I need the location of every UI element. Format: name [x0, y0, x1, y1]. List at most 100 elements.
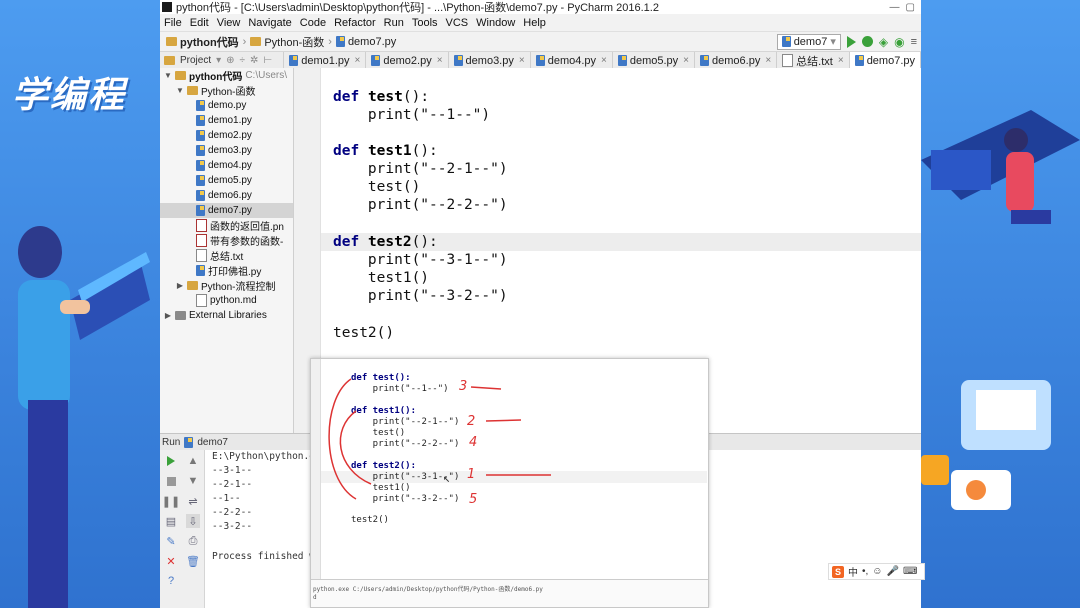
restore-button[interactable]: ▢	[906, 2, 915, 13]
pin-icon[interactable]: ✎	[164, 534, 178, 548]
tree-file[interactable]: demo2.py	[160, 128, 293, 143]
tab-summary-txt[interactable]: 总结.txt ×	[777, 52, 850, 69]
sync-icon[interactable]: ⊕	[226, 55, 234, 66]
run-button[interactable]	[846, 35, 856, 48]
debug-button[interactable]	[861, 36, 873, 47]
navigation-bar: python代码 › Python-函数 › demo7.py demo7 ▾ ◈…	[160, 32, 921, 52]
menu-help[interactable]: Help	[519, 17, 550, 29]
tree-file[interactable]: 打印佛祖.py	[160, 263, 293, 278]
menu-file[interactable]: File	[160, 17, 186, 29]
breadcrumb-folder[interactable]: Python-函数	[250, 34, 324, 50]
menu-view[interactable]: View	[213, 17, 245, 29]
arrow-up-icon[interactable]: ▲	[186, 454, 200, 468]
breadcrumb-root[interactable]: python代码	[166, 34, 239, 50]
chevron-down-icon: ▼	[176, 86, 184, 95]
coverage-icon[interactable]: ◈	[879, 35, 888, 49]
tree-external-libraries[interactable]: ▶ External Libraries	[160, 308, 293, 323]
annotation-number: 4	[469, 435, 478, 450]
python-file-icon	[289, 55, 299, 66]
tab-demo2[interactable]: demo2.py ×	[366, 52, 449, 69]
menu-vcs[interactable]: VCS	[442, 17, 473, 29]
python-file-icon	[196, 130, 205, 141]
mic-icon[interactable]: 🎤	[887, 566, 899, 577]
tree-folder-flow[interactable]: ▶ Python-流程控制	[160, 278, 293, 293]
chevron-right-icon: ›	[242, 35, 247, 48]
chevron-right-icon: ▶	[176, 281, 184, 290]
menu-edit[interactable]: Edit	[186, 17, 213, 29]
profile-icon[interactable]: ◉	[894, 35, 904, 49]
tree-file-selected[interactable]: demo7.py	[160, 203, 293, 218]
tab-demo6[interactable]: demo6.py ×	[695, 52, 778, 69]
tab-demo5[interactable]: demo5.py ×	[613, 52, 696, 69]
python-file-icon	[700, 55, 710, 66]
python-file-icon	[196, 160, 205, 171]
window-title: python代码 - [C:\Users\admin\Desktop\pytho…	[176, 2, 659, 14]
python-file-icon	[535, 55, 545, 66]
menu-tools[interactable]: Tools	[408, 17, 442, 29]
hide-icon[interactable]: ⊢	[263, 55, 272, 66]
breadcrumb-file[interactable]: demo7.py	[335, 36, 396, 48]
close-icon[interactable]: ×	[765, 55, 771, 66]
collapse-icon[interactable]: ÷	[240, 55, 246, 66]
close-icon[interactable]: ×	[355, 55, 361, 66]
menu-bar: File Edit View Navigate Code Refactor Ru…	[160, 14, 921, 32]
python-file-icon	[196, 205, 205, 216]
close-icon[interactable]: ×	[838, 55, 844, 66]
tree-file[interactable]: 总结.txt	[160, 248, 293, 263]
tree-file[interactable]: demo4.py	[160, 158, 293, 173]
folder-icon	[166, 37, 177, 46]
soft-wrap-icon[interactable]: ⇌	[186, 494, 200, 508]
menu-run[interactable]: Run	[380, 17, 408, 29]
gear-icon[interactable]: ✲	[250, 55, 258, 66]
python-file-icon	[196, 145, 205, 156]
run-tab[interactable]: demo7	[197, 437, 228, 448]
image-file-icon	[196, 234, 207, 247]
tree-file[interactable]: demo6.py	[160, 188, 293, 203]
annotation-number: 5	[469, 492, 478, 507]
chevron-right-icon: ▶	[164, 311, 172, 320]
ime-mode[interactable]: 中	[848, 564, 858, 579]
close-icon[interactable]: ×	[683, 55, 689, 66]
tree-file[interactable]: 带有参数的函数-	[160, 233, 293, 248]
sogou-icon[interactable]: S	[832, 565, 844, 578]
minimize-button[interactable]: —	[890, 2, 900, 13]
tree-file[interactable]: demo5.py	[160, 173, 293, 188]
punctuation-icon[interactable]: •,	[862, 566, 868, 577]
project-tool-header[interactable]: Project ▾ ⊕ ÷ ✲ ⊢	[160, 52, 285, 69]
close-icon[interactable]: ×	[437, 55, 443, 66]
tab-demo1[interactable]: demo1.py ×	[284, 52, 367, 69]
tab-demo3[interactable]: demo3.py ×	[449, 52, 531, 69]
close-run-icon[interactable]: ✕	[164, 554, 178, 568]
trash-icon[interactable]: 🗑	[186, 554, 200, 568]
tree-root[interactable]: ▼ python代码 C:\Users\	[160, 68, 293, 83]
menu-window[interactable]: Window	[472, 17, 519, 29]
folder-icon	[250, 37, 262, 46]
tree-file[interactable]: demo1.py	[160, 113, 293, 128]
tab-demo4[interactable]: demo4.py ×	[531, 52, 613, 69]
tree-file[interactable]: python.md	[160, 293, 293, 308]
tree-file[interactable]: demo.py	[160, 98, 293, 113]
arrow-down-icon[interactable]: ▼	[186, 474, 200, 488]
print-icon[interactable]: ⎙	[186, 534, 200, 548]
menu-navigate[interactable]: Navigate	[244, 17, 295, 29]
more-icon[interactable]: ≡	[911, 36, 917, 48]
code-line: def test():	[333, 89, 430, 105]
tree-folder-functions[interactable]: ▼ Python-函数	[160, 83, 293, 98]
rerun-icon[interactable]	[164, 454, 178, 468]
emoji-icon[interactable]: ☺	[872, 566, 882, 577]
help-icon[interactable]: ?	[164, 574, 178, 588]
menu-refactor[interactable]: Refactor	[330, 17, 380, 29]
tree-file[interactable]: 函数的返回值.pn	[160, 218, 293, 233]
pause-icon[interactable]: ❚❚	[162, 494, 180, 508]
dump-icon[interactable]: ▤	[164, 514, 178, 528]
keyboard-icon[interactable]: ⌨	[903, 566, 917, 577]
close-icon[interactable]: ×	[601, 55, 607, 66]
scroll-end-icon[interactable]: ⇩	[186, 514, 200, 528]
close-icon[interactable]: ×	[519, 55, 525, 66]
menu-code[interactable]: Code	[296, 17, 330, 29]
stop-icon[interactable]	[164, 474, 178, 488]
annotation-number: 2	[467, 414, 476, 429]
tree-file[interactable]: demo3.py	[160, 143, 293, 158]
run-config-select[interactable]: demo7 ▾	[776, 33, 841, 50]
tab-demo7[interactable]: demo7.py	[849, 52, 921, 69]
